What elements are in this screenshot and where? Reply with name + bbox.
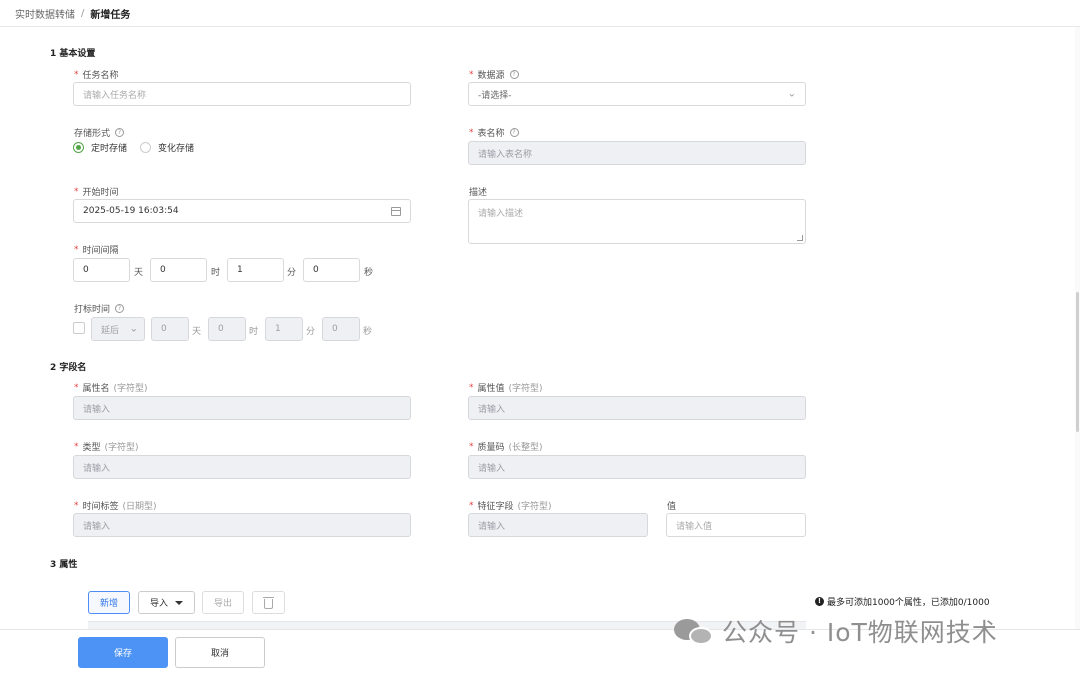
interval-label: * 时间间隔: [74, 244, 119, 257]
breadcrumb-separator: /: [81, 7, 85, 19]
description-textarea[interactable]: 请输入描述: [468, 199, 806, 244]
required-mark: *: [469, 500, 474, 511]
interval-hours-input[interactable]: 0: [150, 258, 207, 282]
caret-down-icon: [175, 600, 183, 605]
required-mark: *: [469, 69, 474, 80]
interval-seconds-input[interactable]: 0: [303, 258, 360, 282]
value-input[interactable]: 请输入值: [666, 513, 806, 537]
question-circle-icon[interactable]: ?: [115, 128, 125, 137]
section-title-basic: 1 基本设置: [50, 49, 96, 59]
unit-day: 天: [134, 268, 144, 278]
question-circle-icon[interactable]: ?: [509, 128, 519, 137]
timestamp-label: * 时间标签 (日期型): [74, 500, 157, 513]
unit-second: 秒: [364, 268, 374, 278]
question-circle-icon[interactable]: ?: [115, 304, 125, 313]
task-name-label: * 任务名称: [74, 69, 119, 82]
wechat-logo-icon: [674, 616, 714, 646]
required-mark: *: [74, 186, 79, 197]
question-circle-icon[interactable]: ?: [509, 70, 519, 79]
start-time-label: * 开始时间: [74, 186, 119, 199]
radio-timed-storage[interactable]: 定时存储: [73, 141, 127, 154]
breadcrumb: 实时数据转储 / 新增任务: [0, 0, 1080, 27]
cancel-button[interactable]: 取消: [175, 637, 265, 668]
radio-checked-icon: [73, 142, 84, 153]
unit-day: 天: [192, 327, 202, 337]
interval-days-input[interactable]: 0: [73, 258, 130, 282]
description-label: 描述: [469, 188, 488, 198]
info-circle-icon: !: [815, 597, 824, 606]
section-title-fields: 2 字段名: [50, 363, 87, 373]
storage-mode-label: 存储形式 ?: [74, 126, 125, 139]
start-time-picker[interactable]: 2025-05-19 16:03:54: [73, 199, 411, 223]
unit-minute: 分: [287, 268, 297, 278]
data-source-select[interactable]: -请选择- ⌄: [468, 82, 806, 106]
mark-hours-input[interactable]: 0: [208, 317, 246, 341]
type-label: * 类型 (字符型): [74, 441, 139, 454]
attr-name-input[interactable]: 请输入: [73, 396, 411, 420]
vertical-scrollbar[interactable]: [1075, 27, 1080, 629]
type-input[interactable]: 请输入: [73, 455, 411, 479]
wechat-watermark: 公众号 · IoT物联网技术: [674, 613, 998, 649]
table-name-label: * 表名称 ?: [469, 126, 519, 139]
breadcrumb-current: 新增任务: [90, 9, 131, 21]
add-attribute-button[interactable]: 新增: [88, 591, 130, 614]
required-mark: *: [469, 382, 474, 393]
required-mark: *: [74, 244, 79, 255]
unit-hour: 时: [249, 327, 259, 337]
scrollbar-thumb[interactable]: [1076, 292, 1079, 432]
trash-icon: [263, 596, 274, 609]
mark-time-label: 打标时间 ?: [74, 302, 125, 315]
chevron-down-icon: ⌄: [787, 88, 796, 100]
chevron-down-icon: ⌄: [129, 323, 138, 335]
quality-input[interactable]: 请输入: [468, 455, 806, 479]
section-title-attributes: 3 属性: [50, 560, 78, 570]
quality-label: * 质量码 (长整型): [469, 441, 543, 454]
unit-hour: 时: [211, 268, 221, 278]
export-button[interactable]: 导出: [202, 591, 244, 614]
required-mark: *: [469, 127, 474, 138]
attr-name-label: * 属性名 (字符型): [74, 382, 148, 395]
required-mark: *: [74, 382, 79, 393]
mark-minutes-input[interactable]: 1: [265, 317, 303, 341]
mark-seconds-input[interactable]: 0: [322, 317, 360, 341]
unit-second: 秒: [363, 327, 373, 337]
attr-value-label: * 属性值 (字符型): [469, 382, 543, 395]
interval-minutes-input[interactable]: 1: [227, 258, 284, 282]
import-dropdown-button[interactable]: 导入: [138, 591, 195, 614]
value-label: 值: [667, 502, 677, 512]
table-name-input[interactable]: 请输入表名称: [468, 141, 806, 165]
radio-unchecked-icon: [140, 142, 151, 153]
required-mark: *: [74, 500, 79, 511]
feature-label: * 特征字段 (字符型): [469, 500, 552, 513]
attribute-limit-note: ! 最多可添加1000个属性，已添加0/1000: [815, 595, 990, 608]
mark-time-mode-select[interactable]: 延后 ⌄: [91, 317, 145, 341]
mark-time-checkbox[interactable]: [73, 322, 85, 334]
required-mark: *: [74, 69, 79, 80]
calendar-icon: [391, 207, 401, 216]
mark-days-input[interactable]: 0: [151, 317, 189, 341]
breadcrumb-parent-link[interactable]: 实时数据转储: [15, 6, 75, 21]
save-button[interactable]: 保存: [78, 637, 168, 668]
feature-input[interactable]: 请输入: [468, 513, 648, 537]
required-mark: *: [469, 441, 474, 452]
timestamp-input[interactable]: 请输入: [73, 513, 411, 537]
resize-handle-icon[interactable]: [797, 235, 803, 241]
data-source-label: * 数据源 ?: [469, 68, 519, 81]
radio-change-storage[interactable]: 变化存储: [140, 141, 194, 154]
task-name-input[interactable]: 请输入任务名称: [73, 82, 411, 106]
required-mark: *: [74, 441, 79, 452]
attr-value-input[interactable]: 请输入: [468, 396, 806, 420]
unit-minute: 分: [306, 327, 316, 337]
delete-button[interactable]: [252, 591, 285, 614]
